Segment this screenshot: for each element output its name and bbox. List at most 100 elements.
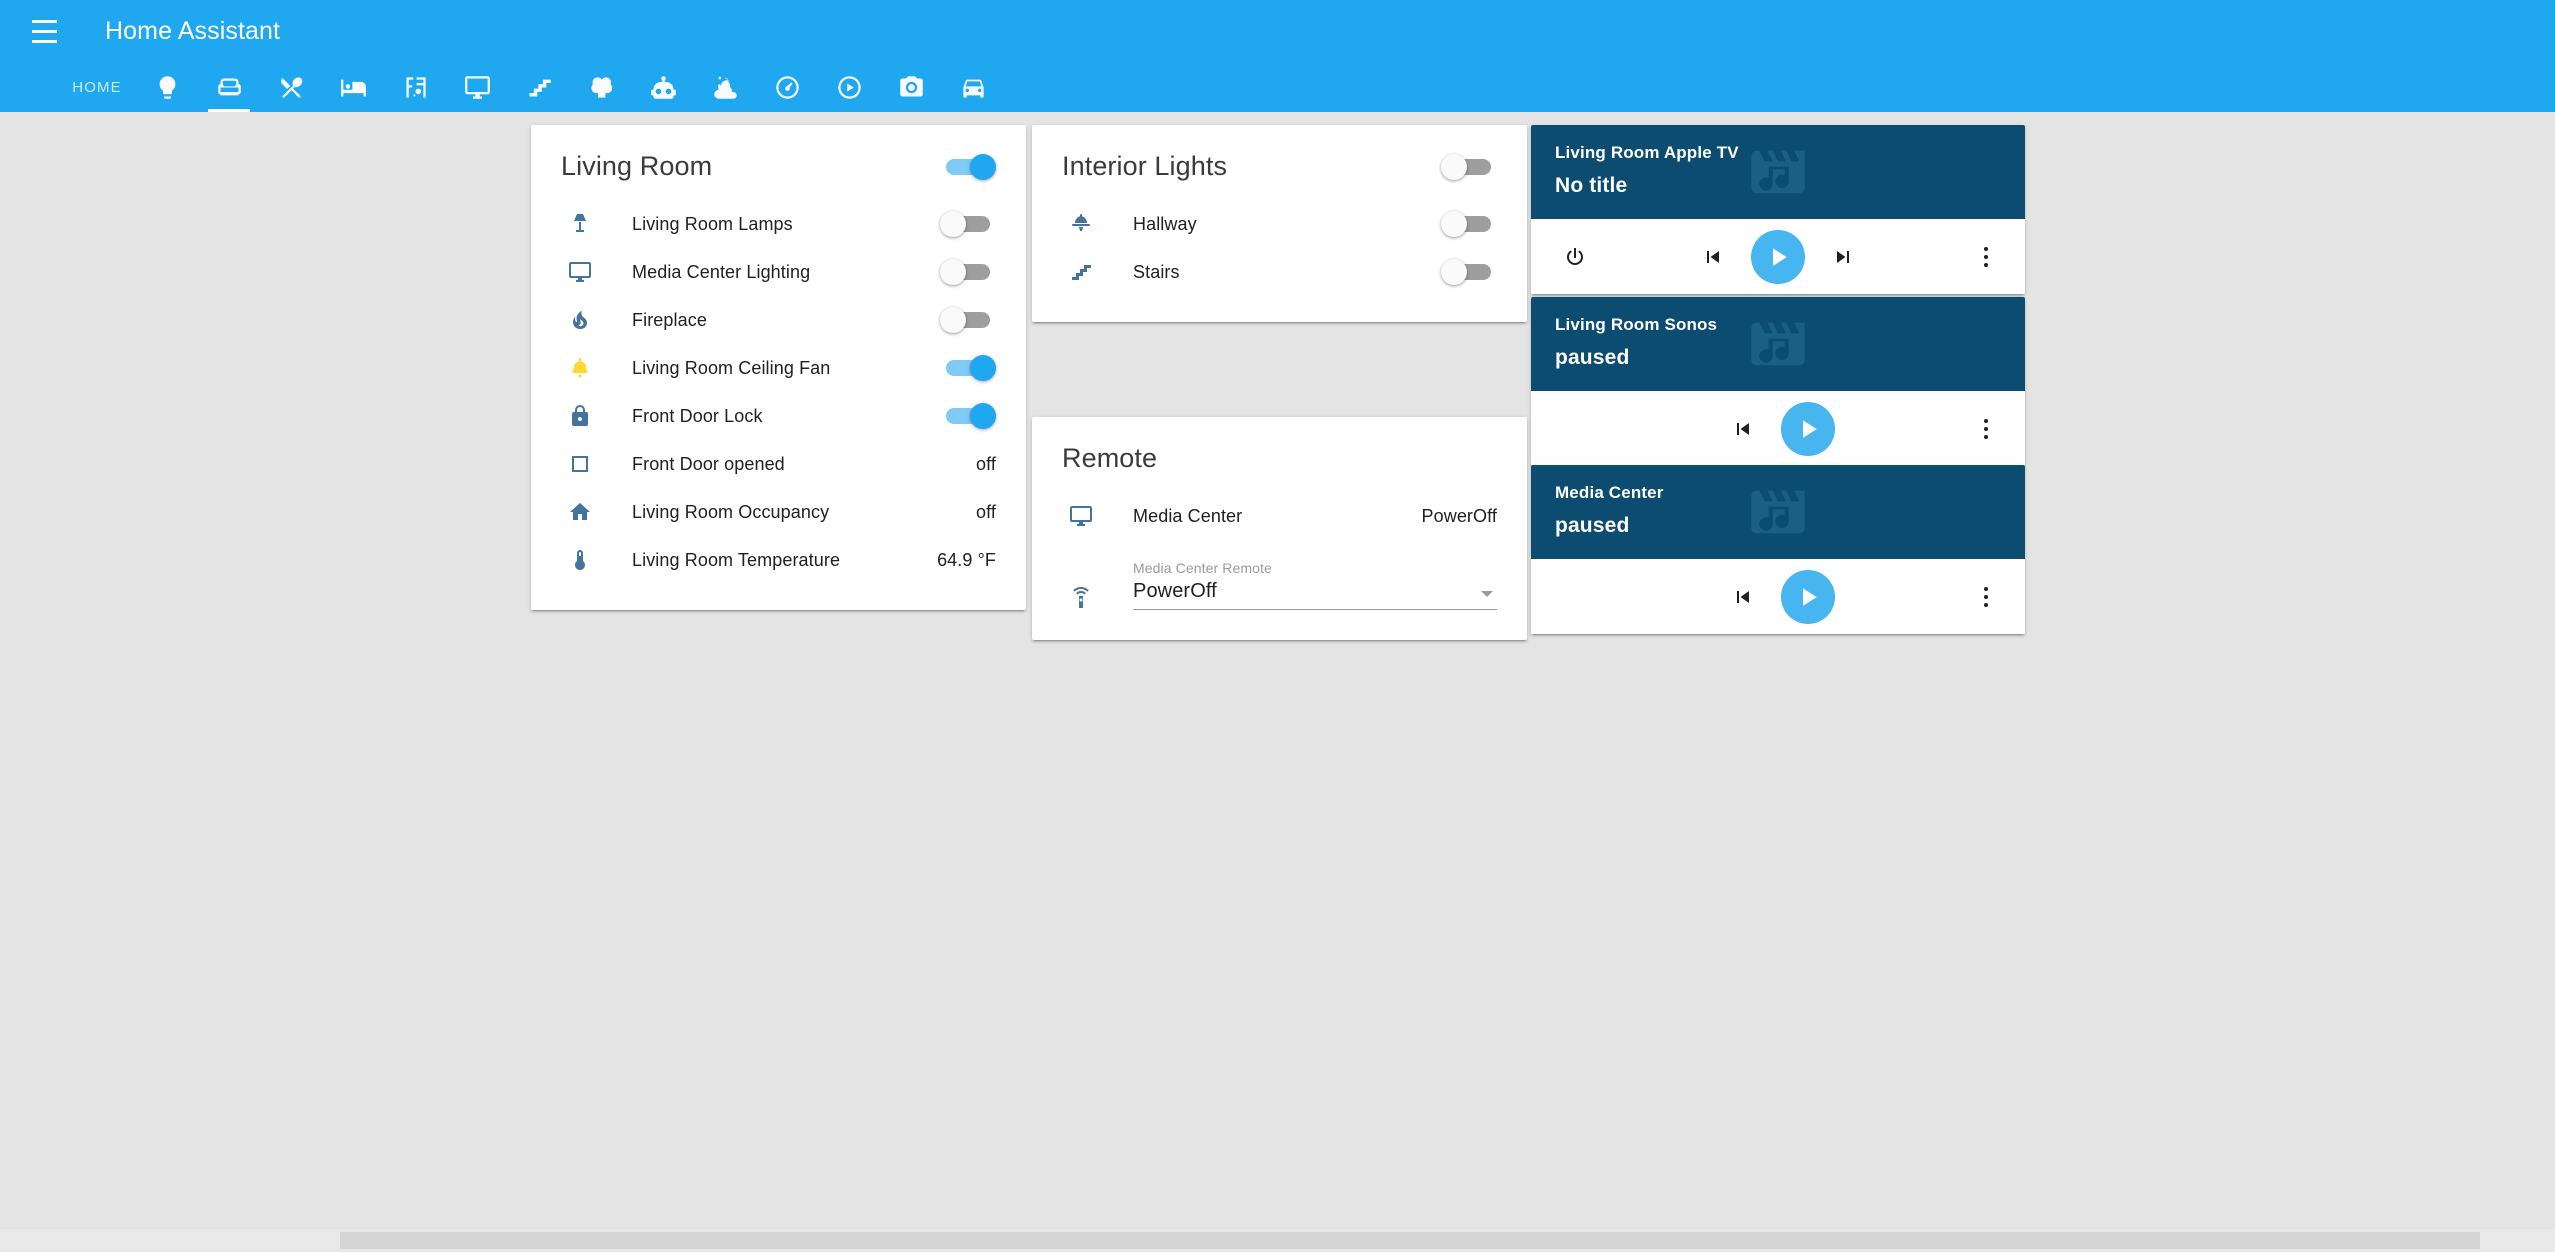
entity-row-media-center-remote[interactable]: Media Center Remote PowerOff [1032, 540, 1527, 614]
ceiling-fan-icon [561, 356, 599, 380]
entity-row-front-door-opened[interactable]: Front Door opened off [531, 440, 1026, 488]
previous-track-button[interactable] [1691, 235, 1735, 279]
entity-row-living-room-lamps[interactable]: Living Room Lamps [531, 200, 1026, 248]
horizontal-scrollbar[interactable] [0, 1229, 2555, 1252]
entity-row-fireplace[interactable]: Fireplace [531, 296, 1026, 344]
remote-icon [1062, 586, 1100, 610]
media-controls [1531, 559, 2025, 634]
media-controls-right [1969, 240, 2003, 274]
scrollbar-thumb[interactable] [340, 1232, 2480, 1249]
more-options-icon[interactable] [1969, 412, 2003, 446]
media-controls-center [1531, 401, 2025, 456]
entity-row-living-room-temperature[interactable]: Living Room Temperature 64.9 °F [531, 536, 1026, 584]
thermometer-icon [561, 548, 599, 572]
tab-home[interactable]: HOME [58, 62, 136, 112]
chevron-down-icon[interactable] [1481, 591, 1493, 597]
tab-bar: HOME [0, 62, 2555, 112]
interior-lights-card-header: Interior Lights [1032, 125, 1527, 190]
hamburger-menu-icon[interactable] [20, 7, 68, 55]
entity-row-living-room-occupancy[interactable]: Living Room Occupancy off [531, 488, 1026, 536]
play-button[interactable] [1781, 569, 1835, 624]
entity-toggle-stairs[interactable] [1441, 259, 1497, 285]
card-living-room: Living Room Living Room Lamps Media Cent… [531, 125, 1026, 610]
entity-row-stairs[interactable]: Stairs [1032, 248, 1527, 296]
car-icon [962, 79, 984, 98]
entity-row-media-center-lighting[interactable]: Media Center Lighting [531, 248, 1026, 296]
camera-icon [899, 75, 923, 96]
play-button[interactable] [1751, 229, 1805, 284]
tab-scripts[interactable] [818, 62, 880, 112]
select-label: Media Center Remote [1133, 560, 1272, 576]
kebab-dot-1 [1984, 246, 1988, 251]
previous-track-button[interactable] [1721, 407, 1765, 451]
tab-home-label: HOME [72, 78, 122, 96]
media-banner: Living Room Sonos paused [1531, 297, 2025, 391]
tab-living-room[interactable] [198, 62, 260, 112]
media-player-name: Living Room Apple TV [1555, 143, 1739, 162]
media-player-card-sonos: Living Room Sonos paused [1531, 297, 2025, 466]
stairs-icon [1062, 260, 1100, 284]
entity-name: Media Center [1133, 505, 1243, 526]
page-title-living-room: Living Room [561, 151, 713, 181]
ceiling-light-icon [1062, 212, 1100, 236]
tab-bedroom[interactable] [322, 62, 384, 112]
entity-toggle-fireplace[interactable] [940, 307, 996, 333]
entity-state: 64.9 °F [937, 549, 996, 570]
tab-sensors[interactable] [756, 62, 818, 112]
fire-icon [561, 308, 599, 332]
entity-toggle-front-door-lock[interactable] [940, 403, 996, 429]
living-room-master-toggle[interactable] [940, 153, 996, 180]
weather-partly-cloudy-icon [713, 75, 737, 99]
entity-toggle-living-room-ceiling-fan[interactable] [940, 355, 996, 381]
tab-laundry[interactable] [384, 62, 446, 112]
entity-state: PowerOff [1421, 505, 1497, 526]
app-bar-row: Home Assistant [0, 0, 2555, 62]
entity-name: Hallway [1133, 213, 1197, 234]
entity-toggle-media-center-lighting[interactable] [940, 259, 996, 285]
tab-weather[interactable] [694, 62, 756, 112]
gauge-icon [775, 75, 799, 99]
more-options-icon[interactable] [1969, 580, 2003, 614]
media-player-state: paused [1555, 514, 1630, 537]
entity-toggle-living-room-lamps[interactable] [940, 211, 996, 237]
window-closed-icon [561, 452, 599, 476]
entity-toggle-hallway[interactable] [1441, 211, 1497, 237]
next-track-button[interactable] [1821, 235, 1865, 279]
tab-stairs[interactable] [508, 62, 570, 112]
entity-row-media-center[interactable]: Media Center PowerOff [1032, 492, 1527, 540]
remote-card-header: Remote [1032, 417, 1527, 482]
entity-row-living-room-ceiling-fan[interactable]: Living Room Ceiling Fan [531, 344, 1026, 392]
toggle-knob [940, 307, 966, 333]
media-controls-right [1969, 412, 2003, 446]
tab-car[interactable] [942, 62, 1004, 112]
tab-media[interactable] [446, 62, 508, 112]
entity-name: Front Door Lock [632, 405, 763, 426]
entity-row-hallway[interactable]: Hallway [1032, 200, 1527, 248]
entity-row-front-door-lock[interactable]: Front Door Lock [531, 392, 1026, 440]
power-button[interactable] [1553, 235, 1597, 279]
app-title: Home Assistant [105, 16, 281, 45]
play-button[interactable] [1781, 401, 1835, 456]
media-player-card-apple-tv: Living Room Apple TV No title [1531, 125, 2025, 294]
menu-bar-2 [31, 29, 57, 33]
dashboard-view: Living Room Living Room Lamps Media Cent… [0, 112, 2555, 1252]
select-value: PowerOff [1133, 580, 1217, 602]
tree-icon [590, 76, 612, 98]
tab-lights[interactable] [136, 62, 198, 112]
kebab-dot-2 [1984, 254, 1988, 259]
media-player-state: paused [1555, 346, 1630, 369]
tab-kitchen[interactable] [260, 62, 322, 112]
interior-lights-master-toggle[interactable] [1441, 153, 1497, 180]
media-controls-center [1531, 569, 2025, 624]
tab-vacuum[interactable] [632, 62, 694, 112]
tab-cameras[interactable] [880, 62, 942, 112]
entity-state: off [976, 453, 996, 474]
select-media-center-remote[interactable]: Media Center Remote PowerOff [1133, 560, 1497, 610]
previous-track-button[interactable] [1721, 575, 1765, 619]
kebab-dot-2 [1984, 594, 1988, 599]
more-options-icon[interactable] [1969, 240, 2003, 274]
page-title-interior-lights: Interior Lights [1062, 151, 1228, 181]
kebab-dot-1 [1984, 586, 1988, 591]
kebab-dot-1 [1984, 418, 1988, 423]
tab-outdoor[interactable] [570, 62, 632, 112]
